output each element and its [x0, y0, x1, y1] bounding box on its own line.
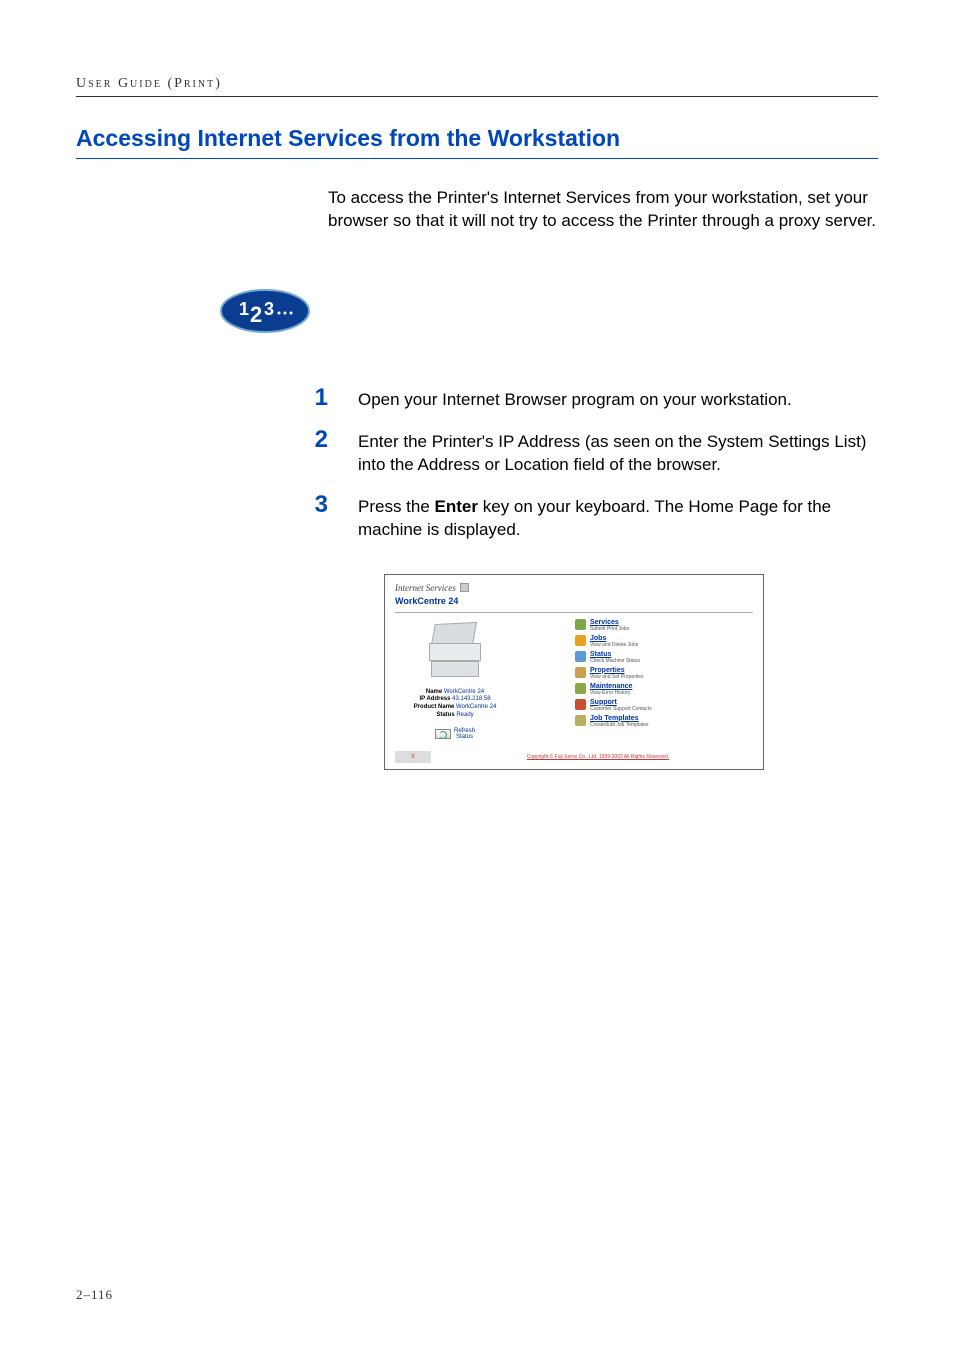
meta-name-label: Name: [426, 689, 442, 695]
link-support[interactable]: SupportCustomer Support Contacts: [575, 699, 753, 712]
link-services-title: Services: [590, 619, 619, 626]
home-page-screenshot: Internet Services WorkCentre 24 Name Wor…: [384, 574, 764, 770]
steps-123-icon: 1 2 3: [220, 289, 310, 333]
step-2-text: Enter the Printer's IP Address (as seen …: [358, 431, 878, 477]
link-services[interactable]: ServicesSubmit Print Jobs: [575, 619, 753, 632]
link-properties-title: Properties: [590, 667, 625, 674]
step-3-bold: Enter: [435, 497, 478, 516]
link-maintenance-title: Maintenance: [590, 683, 632, 690]
link-services-sub: Submit Print Jobs: [590, 626, 629, 632]
xerox-logo-icon: X: [395, 751, 431, 763]
services-icon: [575, 619, 586, 630]
printer-illustration-icon: [425, 623, 485, 681]
meta-name-value: WorkCentre 24: [444, 689, 484, 695]
svg-text:1: 1: [239, 299, 249, 319]
meta-ip-value: 43.143.218.58: [452, 696, 490, 702]
ss-copyright: Copyright © Fuji Xerox Co., Ltd. 1999-20…: [443, 754, 753, 760]
ss-left-panel: Name WorkCentre 24 IP Address 43.143.218…: [395, 619, 515, 741]
meta-product-value: WorkCentre 24: [456, 704, 496, 710]
ss-app-title: Internet Services: [395, 583, 456, 593]
support-icon: [575, 699, 586, 710]
step-3-text: Press the Enter key on your keyboard. Th…: [358, 496, 878, 542]
refresh-l2: Status: [456, 734, 473, 740]
meta-ip-label: IP Address: [419, 696, 450, 702]
step-1: 1 Open your Internet Browser program on …: [278, 384, 878, 412]
properties-icon: [575, 667, 586, 678]
link-support-title: Support: [590, 699, 617, 706]
link-maintenance-sub: View Error History: [590, 690, 632, 696]
job-templates-icon: [575, 715, 586, 726]
link-job-templates-title: Job Templates: [590, 715, 639, 722]
step-1-number: 1: [278, 384, 328, 412]
intro-paragraph: To access the Printer's Internet Service…: [328, 187, 888, 233]
link-job-templates[interactable]: Job TemplatesCreate/Edit Job Templates: [575, 715, 753, 728]
link-jobs-title: Jobs: [590, 635, 606, 642]
link-status-sub: Check Machine Status: [590, 658, 640, 664]
meta-status-label: Status: [436, 712, 454, 718]
section-title: Accessing Internet Services from the Wor…: [76, 125, 878, 152]
meta-product-label: Product Name: [414, 704, 455, 710]
ss-meta-block: Name WorkCentre 24 IP Address 43.143.218…: [395, 689, 515, 720]
ss-divider: [395, 612, 753, 613]
step-2: 2 Enter the Printer's IP Address (as see…: [278, 426, 878, 477]
link-properties[interactable]: PropertiesView and Set Properties: [575, 667, 753, 680]
meta-status-value: Ready: [456, 712, 473, 718]
refresh-status-button[interactable]: RefreshStatus: [435, 728, 475, 740]
svg-text:2: 2: [250, 302, 262, 327]
step-3-pre: Press the: [358, 497, 435, 516]
running-header: User Guide (Print): [76, 76, 878, 92]
refresh-icon: [435, 729, 451, 739]
ss-right-panel: ServicesSubmit Print Jobs JobsView and D…: [575, 619, 753, 741]
link-status[interactable]: StatusCheck Machine Status: [575, 651, 753, 664]
step-3-number: 3: [278, 491, 328, 519]
jobs-icon: [575, 635, 586, 646]
page-number: 2–116: [76, 1287, 113, 1303]
ss-title-icon: [460, 583, 469, 592]
link-maintenance[interactable]: MaintenanceView Error History: [575, 683, 753, 696]
ss-device-name: WorkCentre 24: [395, 596, 753, 606]
link-jobs[interactable]: JobsView and Delete Jobs: [575, 635, 753, 648]
link-jobs-sub: View and Delete Jobs: [590, 642, 638, 648]
status-icon: [575, 651, 586, 662]
step-2-number: 2: [278, 426, 328, 454]
link-status-title: Status: [590, 651, 611, 658]
title-divider: [76, 158, 878, 159]
svg-text:3: 3: [264, 299, 274, 319]
link-job-templates-sub: Create/Edit Job Templates: [590, 722, 649, 728]
maintenance-icon: [575, 683, 586, 694]
step-1-text: Open your Internet Browser program on yo…: [358, 389, 878, 412]
link-support-sub: Customer Support Contacts: [590, 706, 652, 712]
step-3: 3 Press the Enter key on your keyboard. …: [278, 491, 878, 542]
header-divider: [76, 96, 878, 97]
link-properties-sub: View and Set Properties: [590, 674, 644, 680]
